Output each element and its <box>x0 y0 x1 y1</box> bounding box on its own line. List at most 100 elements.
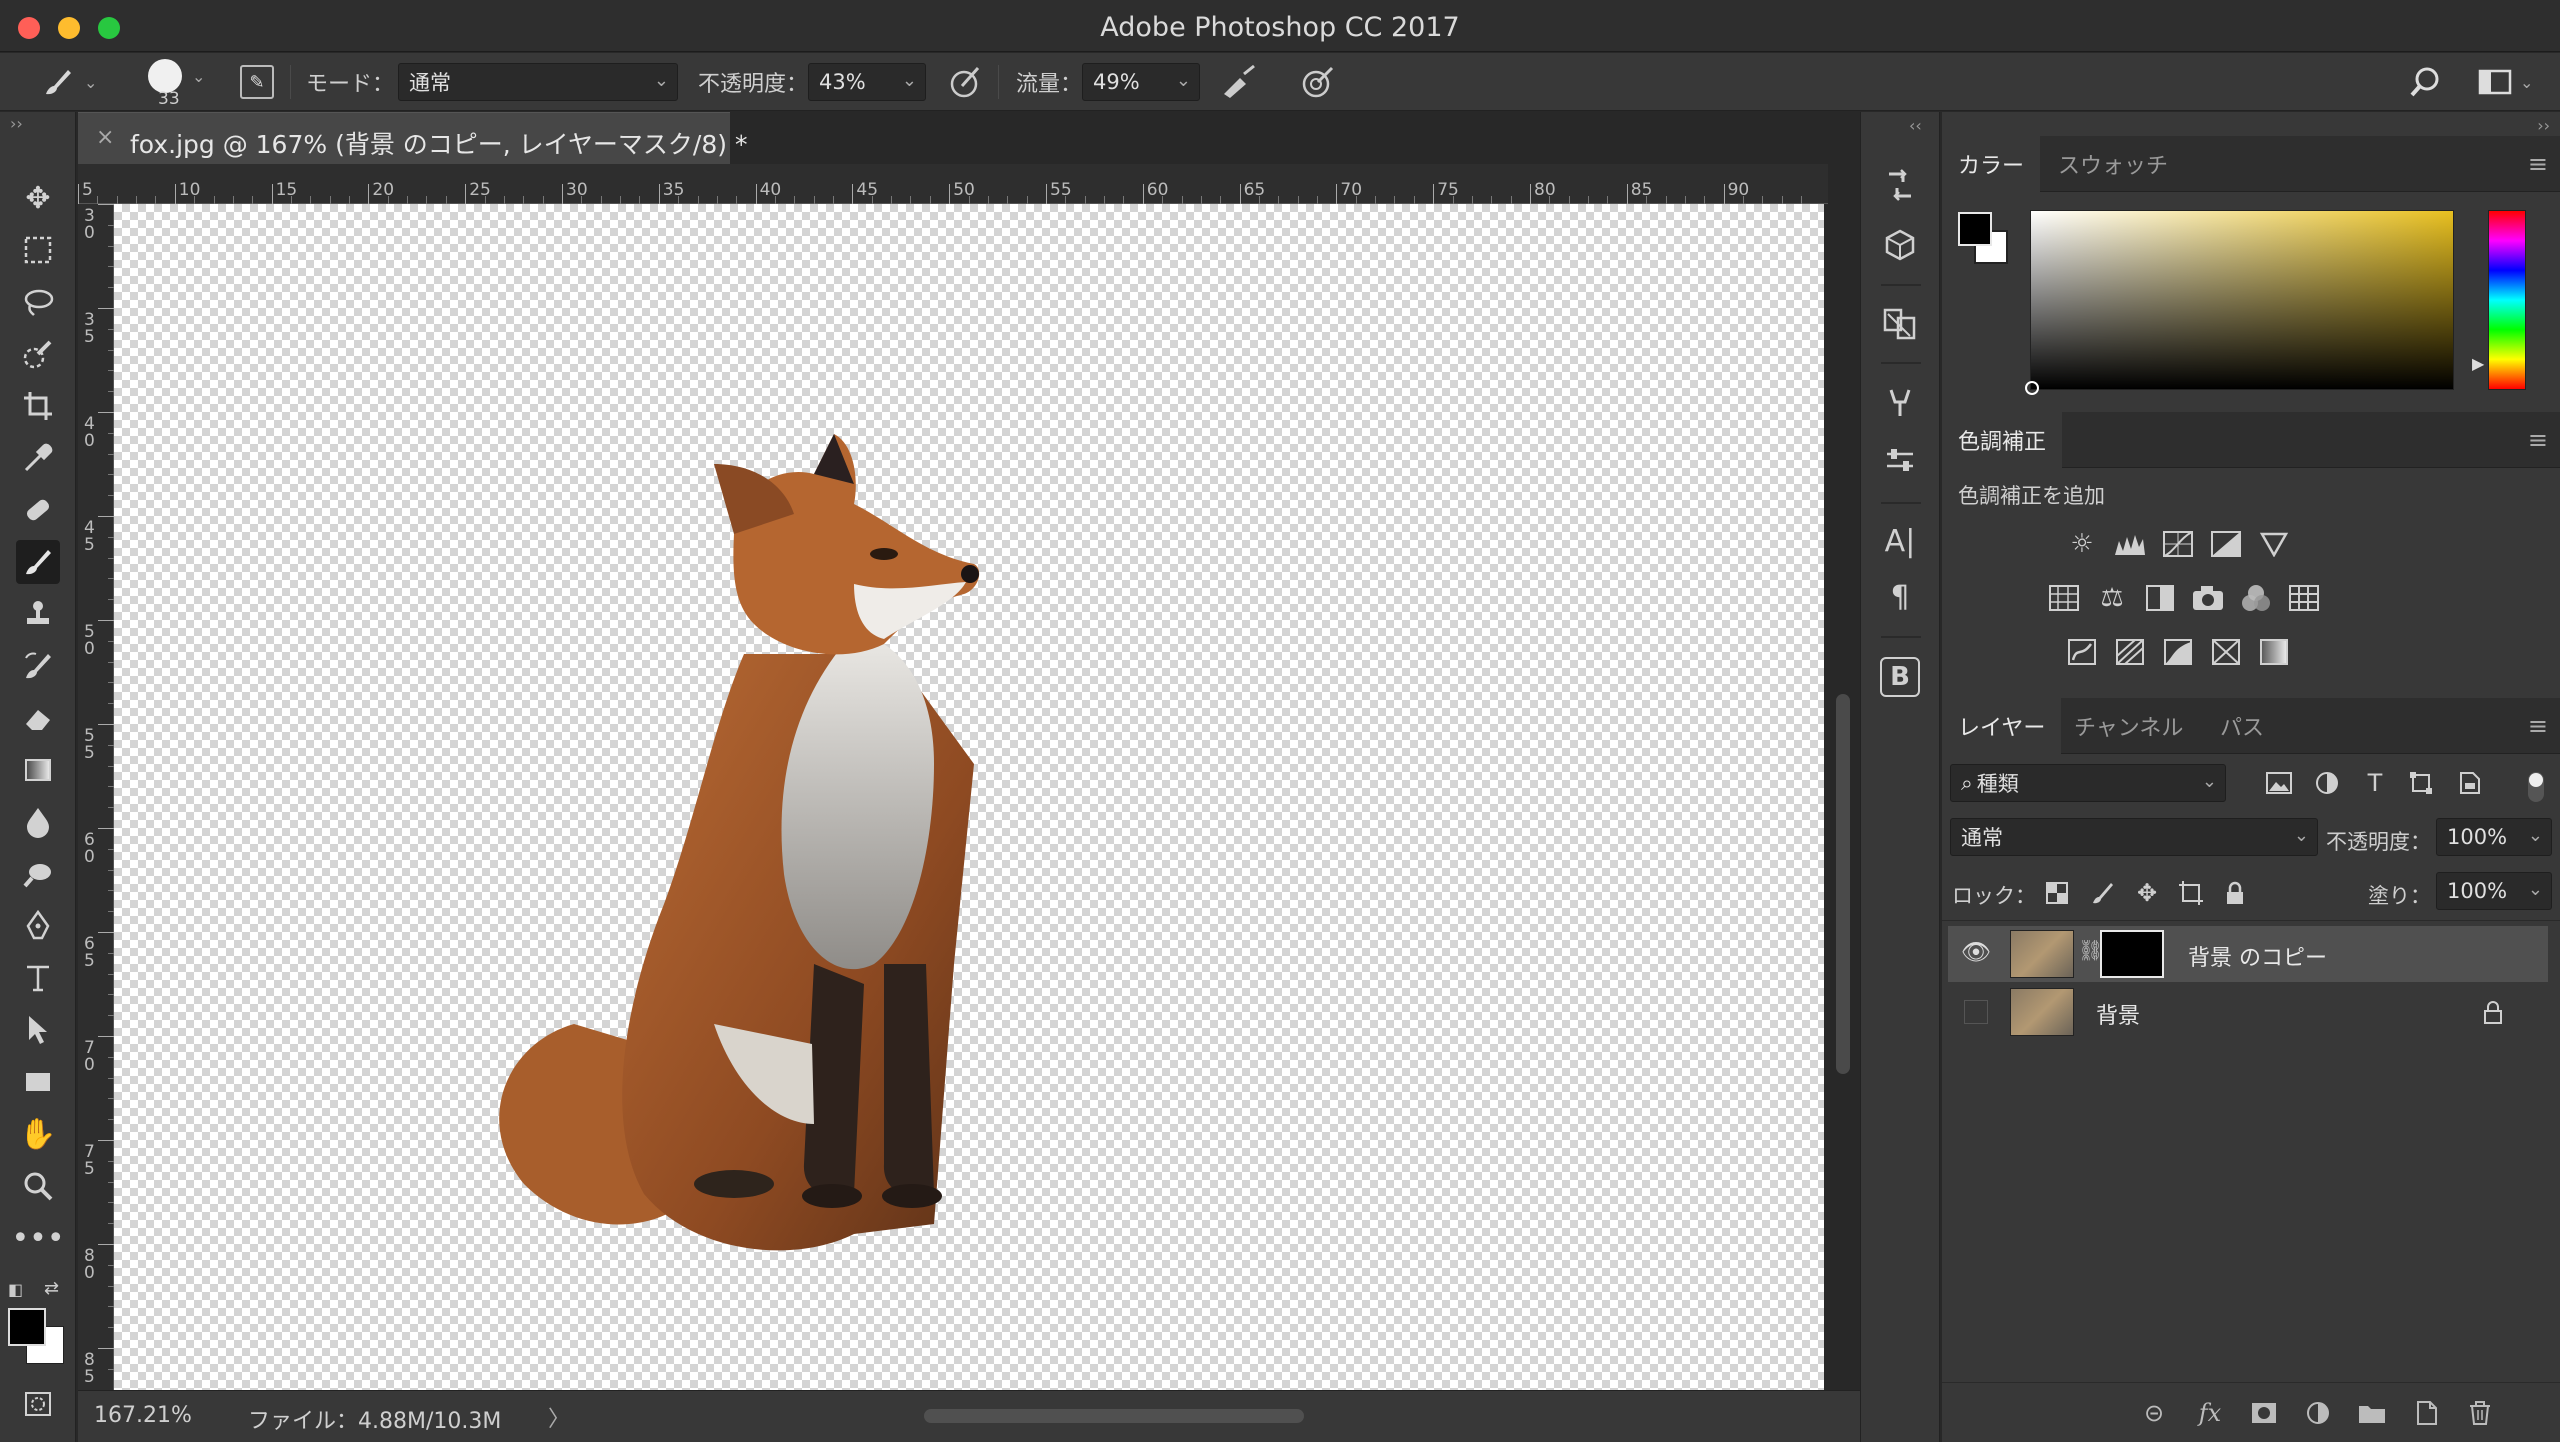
curves-button[interactable] <box>2158 524 2198 564</box>
tab-adjustments[interactable]: 色調補正 <box>1942 412 2063 468</box>
threshold-button[interactable] <box>2158 632 2198 672</box>
add-mask-button[interactable] <box>2246 1395 2282 1431</box>
path-selection-tool[interactable] <box>16 1008 60 1052</box>
flow-field[interactable]: 49% ⌄ <box>1082 63 1200 101</box>
new-group-button[interactable] <box>2354 1395 2390 1431</box>
collapse-dock-icon[interactable]: ‹‹ <box>1909 116 1922 135</box>
opacity-field[interactable]: 43% ⌄ <box>808 63 926 101</box>
default-colors-icon[interactable]: ◧ <box>8 1280 23 1299</box>
layer-filter-dropdown[interactable]: ⌕ 種類 ⌄ <box>1950 764 2226 802</box>
marquee-tool[interactable] <box>16 228 60 272</box>
invert-button[interactable] <box>2062 632 2102 672</box>
layer-blend-mode-dropdown[interactable]: 通常 ⌄ <box>1950 818 2318 856</box>
history-panel-button[interactable] <box>1875 160 1925 210</box>
selective-color-button[interactable] <box>2206 632 2246 672</box>
layer-mask-thumbnail[interactable] <box>2100 930 2164 978</box>
color-lookup-button[interactable] <box>2284 578 2324 618</box>
behance-panel-button[interactable]: B <box>1875 652 1925 702</box>
link-layers-button[interactable]: ⊝ <box>2136 1395 2172 1431</box>
healing-brush-tool[interactable] <box>16 488 60 532</box>
layer-row-background[interactable]: 背景 <box>1948 984 2548 1040</box>
layer-style-button[interactable]: fx <box>2192 1395 2228 1431</box>
photo-filter-button[interactable] <box>2188 578 2228 618</box>
filter-smart-objects[interactable] <box>2452 766 2486 800</box>
new-adjustment-layer-button[interactable] <box>2300 1395 2336 1431</box>
hue-slider-arrow[interactable]: ▶ <box>2472 354 2484 373</box>
brush-settings-button[interactable] <box>1875 436 1925 486</box>
layer-name[interactable]: 背景 <box>2096 998 2140 1030</box>
delete-layer-button[interactable] <box>2462 1395 2498 1431</box>
tab-paths[interactable]: パス <box>2204 698 2280 754</box>
posterize-button[interactable] <box>2110 632 2150 672</box>
crop-tool[interactable] <box>16 384 60 428</box>
hue-saturation-button[interactable] <box>2044 578 2084 618</box>
vibrance-button[interactable] <box>2254 524 2294 564</box>
brush-presets-button[interactable] <box>1875 378 1925 428</box>
document-canvas[interactable] <box>114 204 1824 1390</box>
clone-source-button[interactable] <box>1875 298 1925 348</box>
color-picker-cursor[interactable] <box>2025 381 2039 395</box>
tab-channels[interactable]: チャンネル <box>2058 698 2199 754</box>
lock-position[interactable]: ✥ <box>2130 876 2164 910</box>
adjustments-panel-menu-icon[interactable]: ≡ <box>2528 426 2548 454</box>
close-tab-icon[interactable]: × <box>96 125 114 150</box>
paragraph-panel-button[interactable]: ¶ <box>1875 572 1925 622</box>
color-balance-button[interactable]: ⚖ <box>2092 578 2132 618</box>
eraser-tool[interactable] <box>16 696 60 740</box>
horizontal-scroll-thumb[interactable] <box>924 1409 1304 1423</box>
workspace-switcher[interactable]: ⌄ <box>2478 53 2533 111</box>
zoom-tool[interactable] <box>16 1164 60 1208</box>
brush-tool-preset-picker[interactable]: ⌄ <box>40 53 97 111</box>
vertical-ruler[interactable]: 30 35 40 45 50 55 60 65 70 75 80 85 <box>78 204 114 1433</box>
status-menu-arrow[interactable]: 〉 <box>548 1401 570 1433</box>
clone-stamp-tool[interactable] <box>16 592 60 636</box>
mode-dropdown[interactable]: 通常 ⌄ <box>398 63 678 101</box>
dodge-tool[interactable] <box>16 852 60 896</box>
edit-toolbar-button[interactable]: ••• <box>11 1216 64 1260</box>
filter-toggle-switch[interactable] <box>2528 772 2544 802</box>
gradient-tool[interactable] <box>16 748 60 792</box>
search-button[interactable] <box>2408 53 2442 111</box>
vertical-scroll-thumb[interactable] <box>1836 694 1850 1074</box>
quick-mask-button[interactable] <box>16 1382 60 1426</box>
foreground-color-swatch[interactable] <box>8 1308 46 1346</box>
tab-swatches[interactable]: スウォッチ <box>2042 136 2184 192</box>
brush-tool[interactable] <box>16 540 60 584</box>
rectangle-tool[interactable] <box>16 1060 60 1104</box>
hue-slider[interactable] <box>2488 210 2526 390</box>
color-panel-menu-icon[interactable]: ≡ <box>2528 150 2548 178</box>
exposure-button[interactable] <box>2206 524 2246 564</box>
3d-panel-button[interactable] <box>1875 220 1925 270</box>
collapse-toolbar-icon[interactable]: ›› <box>10 114 23 133</box>
pen-tool[interactable] <box>16 904 60 948</box>
character-panel-button[interactable]: A| <box>1875 516 1925 566</box>
layer-fill-field[interactable]: 100% ⌄ <box>2436 872 2552 910</box>
quick-select-tool[interactable] <box>16 332 60 376</box>
brush-settings-toggle[interactable]: ✎ <box>240 53 274 111</box>
type-tool[interactable] <box>16 956 60 1000</box>
layers-panel-menu-icon[interactable]: ≡ <box>2528 712 2548 740</box>
filter-adjustment-layers[interactable] <box>2310 766 2344 800</box>
lasso-tool[interactable] <box>16 280 60 324</box>
lock-image-pixels[interactable] <box>2086 876 2120 910</box>
levels-button[interactable] <box>2110 524 2150 564</box>
filter-type-layers[interactable]: T <box>2358 766 2392 800</box>
layer-thumbnail[interactable] <box>2010 988 2074 1036</box>
channel-mixer-button[interactable] <box>2236 578 2276 618</box>
zoom-level[interactable]: 167.21% <box>94 1403 192 1428</box>
vertical-scrollbar[interactable] <box>1828 204 1860 1390</box>
lock-all[interactable] <box>2218 876 2252 910</box>
eyedropper-tool[interactable] <box>16 436 60 480</box>
history-brush-tool[interactable] <box>16 644 60 688</box>
gradient-map-button[interactable] <box>2254 632 2294 672</box>
lock-transparent-pixels[interactable] <box>2040 876 2074 910</box>
black-white-button[interactable] <box>2140 578 2180 618</box>
layer-opacity-field[interactable]: 100% ⌄ <box>2436 818 2552 856</box>
layer-thumbnail[interactable] <box>2010 930 2074 978</box>
layer-visibility-eye-icon[interactable]: 👁 <box>1960 936 1992 968</box>
swap-colors-icon[interactable]: ⇄ <box>44 1278 59 1299</box>
pressure-opacity-toggle[interactable] <box>948 53 984 111</box>
document-tab[interactable]: × fox.jpg @ 167% (背景 のコピー, レイヤーマスク/8) * <box>78 112 747 164</box>
tab-layers[interactable]: レイヤー <box>1942 698 2062 754</box>
brightness-contrast-button[interactable]: ☼ <box>2062 524 2102 564</box>
